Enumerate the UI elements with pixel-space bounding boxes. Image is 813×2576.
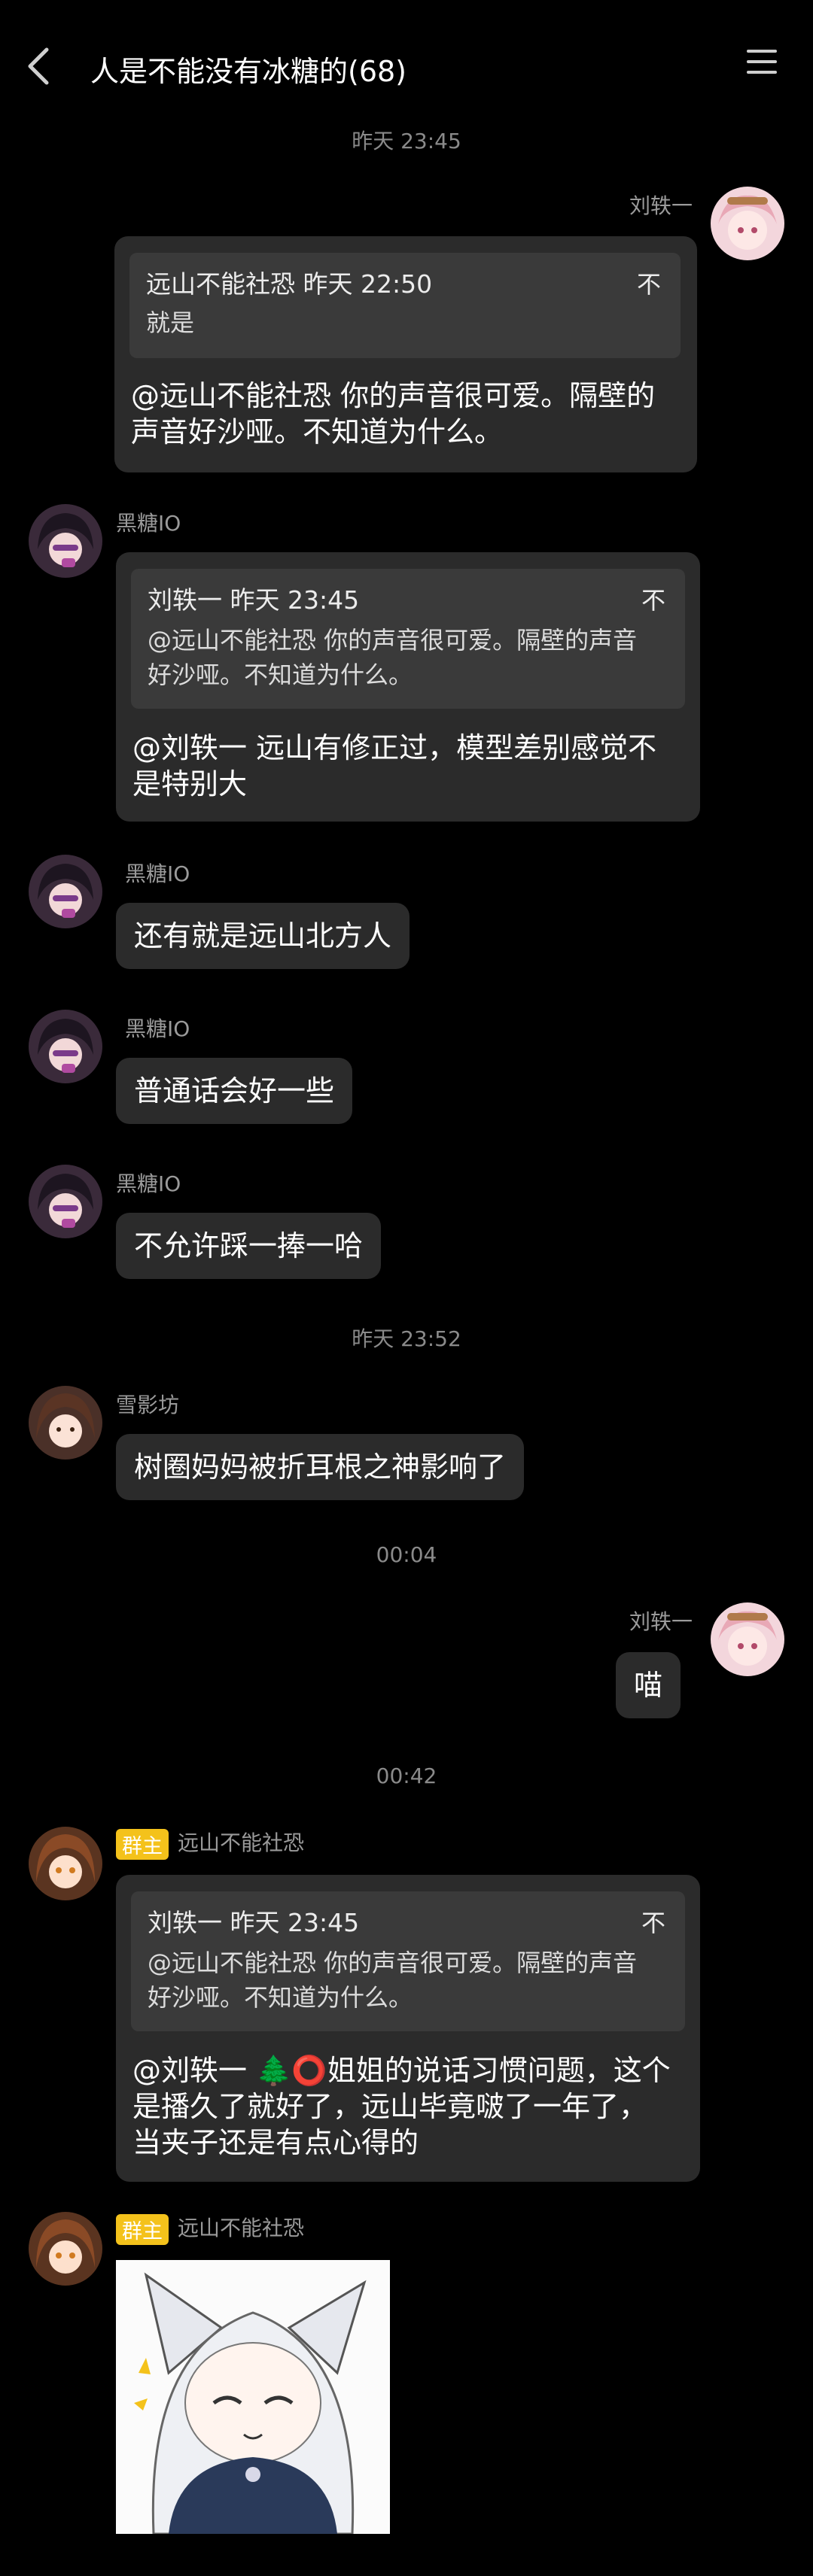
sender-name: 黑糖IO <box>116 511 181 536</box>
quoted-message[interactable]: 刘轶一 昨天 23:45 不 @远山不能社恐 你的声音很可爱。隔壁的声音好沙哑。… <box>131 1891 685 2031</box>
message-bubble[interactable]: 树圈妈妈被折耳根之神影响了 <box>116 1434 525 1500</box>
avatar[interactable] <box>29 1386 102 1460</box>
owner-badge: 群主 <box>116 1828 169 1860</box>
pin-icon[interactable]: 不 <box>641 582 665 618</box>
message-bubble[interactable]: 刘轶一 昨天 23:45 不 @远山不能社恐 你的声音很可爱。隔壁的声音好沙哑。… <box>116 552 700 822</box>
sender-name: 远山不能社恐 <box>178 1830 305 1855</box>
quoted-message[interactable]: 刘轶一 昨天 23:45 不 @远山不能社恐 你的声音很可爱。隔壁的声音好沙哑。… <box>131 569 685 709</box>
timestamp: 昨天 23:45 <box>352 129 461 153</box>
avatar[interactable] <box>29 1827 102 1900</box>
avatar[interactable] <box>29 1010 102 1083</box>
timestamp: 00:04 <box>376 1542 437 1567</box>
avatar[interactable] <box>29 504 102 578</box>
quote-text: @远山不能社恐 你的声音很可爱。隔壁的声音好沙哑。不知道为什么。 <box>148 1949 638 2012</box>
sender-name: 雪影坊 <box>116 1393 180 1417</box>
sender-name: 远山不能社恐 <box>178 2216 305 2240</box>
message-bubble[interactable]: 还有就是远山北方人 <box>116 903 410 969</box>
avatar[interactable] <box>711 1602 784 1676</box>
quote-text: 就是 <box>146 308 195 337</box>
menu-icon[interactable] <box>745 50 778 83</box>
timestamp: 00:42 <box>376 1763 437 1788</box>
message-bubble[interactable]: 不允许踩一捧一哈 <box>116 1213 382 1279</box>
avatar[interactable] <box>711 187 784 260</box>
sticker-image[interactable] <box>116 2260 390 2534</box>
message-text: @刘轶一 远山有修正过，模型差别感觉不是特别大 <box>132 731 657 800</box>
quote-header: 远山不能社恐 昨天 22:50 <box>146 269 433 299</box>
message-bubble[interactable]: 远山不能社恐 昨天 22:50 不 就是 @远山不能社恐 你的声音很可爱。隔壁的… <box>114 236 697 472</box>
quote-header: 刘轶一 昨天 23:45 <box>148 585 360 615</box>
sender-name: 刘轶一 <box>629 1609 693 1634</box>
sender-name: 黑糖IO <box>125 861 190 886</box>
chat-header: 人是不能没有冰糖的(68) <box>0 0 813 135</box>
sender-name: 刘轶一 <box>629 193 693 218</box>
owner-badge: 群主 <box>116 2213 169 2245</box>
avatar[interactable] <box>29 1165 102 1238</box>
message-bubble[interactable]: 刘轶一 昨天 23:45 不 @远山不能社恐 你的声音很可爱。隔壁的声音好沙哑。… <box>116 1875 700 2182</box>
sender-line: 群主 远山不能社恐 <box>116 2212 304 2245</box>
pin-icon[interactable]: 不 <box>637 266 661 302</box>
message-text: @远山不能社恐 你的声音很可爱。隔壁的声音好沙哑。不知道为什么。 <box>131 379 656 448</box>
message-bubble[interactable]: 普通话会好一些 <box>116 1058 353 1124</box>
sender-name: 黑糖IO <box>116 1171 181 1196</box>
message-text: @刘轶一 🌲⭕姐姐的说话习惯问题，这个是播久了就好了，远山毕竟啵了一年了，当夹子… <box>132 2054 671 2159</box>
pin-icon[interactable]: 不 <box>641 1905 665 1941</box>
back-icon[interactable] <box>21 44 59 89</box>
timestamp: 昨天 23:52 <box>352 1326 461 1351</box>
quote-text: @远山不能社恐 你的声音很可爱。隔壁的声音好沙哑。不知道为什么。 <box>148 626 638 689</box>
sender-name: 黑糖IO <box>125 1016 190 1041</box>
message-bubble[interactable]: 喵 <box>616 1652 681 1718</box>
chat-title: 人是不能没有冰糖的(68) <box>90 55 407 88</box>
sender-line: 群主 远山不能社恐 <box>116 1827 304 1860</box>
quote-header: 刘轶一 昨天 23:45 <box>148 1908 360 1937</box>
avatar[interactable] <box>29 2212 102 2286</box>
quoted-message[interactable]: 远山不能社恐 昨天 22:50 不 就是 <box>129 253 681 358</box>
avatar[interactable] <box>29 855 102 928</box>
